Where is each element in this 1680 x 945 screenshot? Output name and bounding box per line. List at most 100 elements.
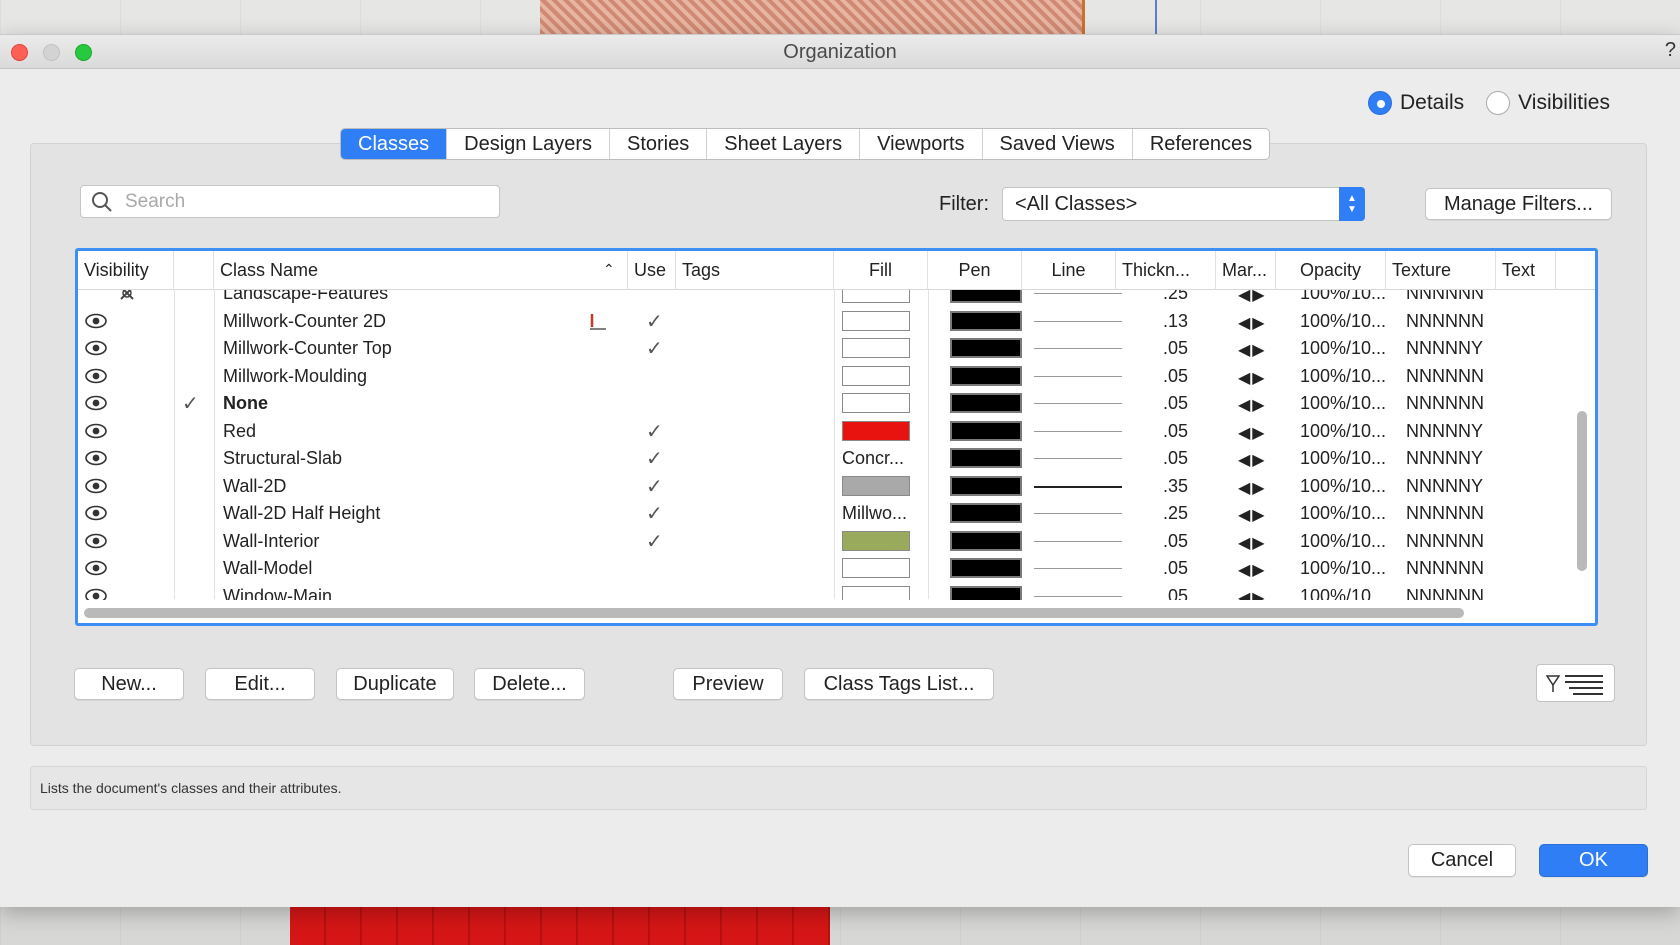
- line-style-sample[interactable]: [1034, 375, 1122, 377]
- col-active[interactable]: [174, 251, 214, 290]
- column-settings-button[interactable]: [1536, 664, 1615, 702]
- line-style-sample[interactable]: [1034, 485, 1122, 488]
- col-markers[interactable]: Mar...: [1216, 251, 1276, 290]
- table-row[interactable]: Landscape-Features .25 ◀▶ 100%/10... NNNNNN: [78, 290, 1578, 308]
- table-row[interactable]: Millwork-Moulding .05 ◀▶ 100%/10... NNNNNN: [78, 363, 1578, 391]
- col-fill[interactable]: Fill: [834, 251, 928, 290]
- vertical-scrollbar[interactable]: [1577, 411, 1587, 571]
- col-line[interactable]: Line: [1022, 251, 1116, 290]
- pen-swatch[interactable]: [950, 585, 1022, 600]
- line-style-sample[interactable]: [1034, 348, 1122, 349]
- table-row[interactable]: Wall-Model .05 ◀▶ 100%/10... NNNNNN: [78, 555, 1578, 583]
- fill-swatch[interactable]: [842, 365, 910, 386]
- line-style-sample[interactable]: [1034, 513, 1122, 514]
- fill-swatch[interactable]: [842, 338, 910, 358]
- visible-eye-icon[interactable]: [85, 560, 107, 576]
- pen-swatch[interactable]: [950, 310, 1022, 331]
- horizontal-scrollbar[interactable]: [84, 608, 1464, 618]
- col-visibility[interactable]: Visibility: [78, 251, 174, 290]
- pen-swatch[interactable]: [950, 530, 1022, 551]
- visible-eye-icon[interactable]: [85, 533, 107, 549]
- col-texture[interactable]: Texture: [1386, 251, 1496, 290]
- duplicate-button[interactable]: Duplicate: [336, 668, 454, 700]
- line-style-sample[interactable]: [1034, 568, 1122, 569]
- table-row[interactable]: ✓ None .05 ◀▶ 100%/10... NNNNNN: [78, 390, 1578, 418]
- col-pen[interactable]: Pen: [928, 251, 1022, 290]
- ok-button[interactable]: OK: [1539, 844, 1648, 877]
- visible-eye-icon[interactable]: [85, 313, 107, 329]
- pen-swatch[interactable]: [950, 558, 1022, 578]
- col-use[interactable]: Use: [628, 251, 676, 290]
- pen-swatch[interactable]: [950, 448, 1022, 468]
- tab-saved-views[interactable]: Saved Views: [983, 129, 1133, 159]
- visible-eye-icon[interactable]: [85, 395, 107, 411]
- preview-button[interactable]: Preview: [673, 668, 783, 700]
- details-radio[interactable]: Details: [1367, 91, 1464, 115]
- class-name: Window-Main: [223, 585, 333, 601]
- delete-button[interactable]: Delete...: [474, 668, 585, 700]
- visible-eye-icon[interactable]: [85, 588, 107, 601]
- edit-button[interactable]: Edit...: [205, 668, 315, 700]
- col-thickness[interactable]: Thickn...: [1116, 251, 1216, 290]
- fill-swatch[interactable]: [842, 558, 910, 578]
- table-row[interactable]: Wall-Interior ✓ .05 ◀▶ 100%/10... NNNNNN: [78, 528, 1578, 556]
- table-row[interactable]: Wall-2D Half Height ✓ Millwo... .25 ◀▶ 100%/1…: [78, 500, 1578, 528]
- invisible-icon[interactable]: [116, 290, 138, 301]
- fill-swatch[interactable]: [842, 530, 910, 551]
- col-text[interactable]: Text: [1496, 251, 1556, 290]
- table-row[interactable]: Red ✓ .05 ◀▶ 100%/10... NNNNNY: [78, 418, 1578, 446]
- pen-swatch[interactable]: [950, 290, 1022, 303]
- pen-swatch[interactable]: [950, 365, 1022, 386]
- search-box[interactable]: [80, 185, 500, 218]
- visible-eye-icon[interactable]: [85, 450, 107, 466]
- class-tags-list-button[interactable]: Class Tags List...: [804, 668, 994, 700]
- table-row[interactable]: Window-Main .05 ◀▶ 100%/10... NNNNNN: [78, 583, 1578, 601]
- col-opacity[interactable]: Opacity: [1276, 251, 1386, 290]
- pen-swatch[interactable]: [950, 475, 1022, 496]
- table-row[interactable]: Millwork-Counter 2D ✓ .13 ◀▶ 100%/10... NNNNN…: [78, 308, 1578, 336]
- line-style-sample[interactable]: [1034, 293, 1122, 294]
- visible-eye-icon[interactable]: [85, 505, 107, 521]
- fill-swatch[interactable]: [842, 290, 910, 303]
- tab-viewports[interactable]: Viewports: [860, 129, 983, 159]
- table-row[interactable]: Millwork-Counter Top ✓ .05 ◀▶ 100%/10... NNNN…: [78, 335, 1578, 363]
- pen-swatch[interactable]: [950, 338, 1022, 358]
- line-style-sample[interactable]: [1034, 458, 1122, 459]
- fill-swatch[interactable]: [842, 420, 910, 441]
- line-style-sample[interactable]: [1034, 430, 1122, 432]
- visible-eye-icon[interactable]: [85, 340, 107, 356]
- help-icon[interactable]: ?: [1665, 39, 1676, 62]
- tab-sheet-layers[interactable]: Sheet Layers: [707, 129, 861, 159]
- fill-swatch[interactable]: [842, 475, 910, 496]
- cancel-button[interactable]: Cancel: [1408, 844, 1516, 877]
- line-style-sample[interactable]: [1034, 403, 1122, 404]
- line-style-sample[interactable]: [1034, 595, 1122, 597]
- pen-swatch[interactable]: [950, 503, 1022, 523]
- tab-references[interactable]: References: [1133, 129, 1269, 159]
- fill-swatch[interactable]: [842, 585, 910, 600]
- tab-stories[interactable]: Stories: [610, 129, 708, 159]
- opacity-value: 100%/10...: [1300, 558, 1387, 578]
- visible-eye-icon[interactable]: [85, 423, 107, 439]
- search-input[interactable]: [123, 189, 483, 214]
- visibilities-radio[interactable]: Visibilities: [1486, 91, 1610, 115]
- col-class-name[interactable]: Class Name: [214, 251, 628, 290]
- fill-swatch[interactable]: [842, 393, 910, 413]
- fill-swatch[interactable]: [842, 310, 910, 331]
- line-style-sample[interactable]: [1034, 540, 1122, 542]
- manage-filters-button[interactable]: Manage Filters...: [1425, 188, 1612, 220]
- line-style-sample[interactable]: [1034, 320, 1122, 322]
- tab-design-layers[interactable]: Design Layers: [447, 129, 610, 159]
- filter-select[interactable]: <All Classes> ▲ ▼: [1002, 187, 1365, 221]
- visible-eye-icon[interactable]: [85, 478, 107, 494]
- tab-classes[interactable]: Classes: [341, 129, 448, 159]
- table-row[interactable]: Structural-Slab ✓ Concr... .05 ◀▶ 100%/10... N…: [78, 445, 1578, 473]
- pen-swatch[interactable]: [950, 420, 1022, 441]
- visible-eye-icon[interactable]: [85, 368, 107, 384]
- col-tags[interactable]: Tags: [676, 251, 834, 290]
- new-button[interactable]: New...: [74, 668, 184, 700]
- pen-swatch[interactable]: [950, 393, 1022, 413]
- class-name: Wall-2D Half Height: [223, 503, 381, 523]
- table-row[interactable]: Wall-2D ✓ .35 ◀▶ 100%/10... NNNNNY: [78, 473, 1578, 501]
- marker-arrows-icon: ◀▶: [1238, 452, 1267, 469]
